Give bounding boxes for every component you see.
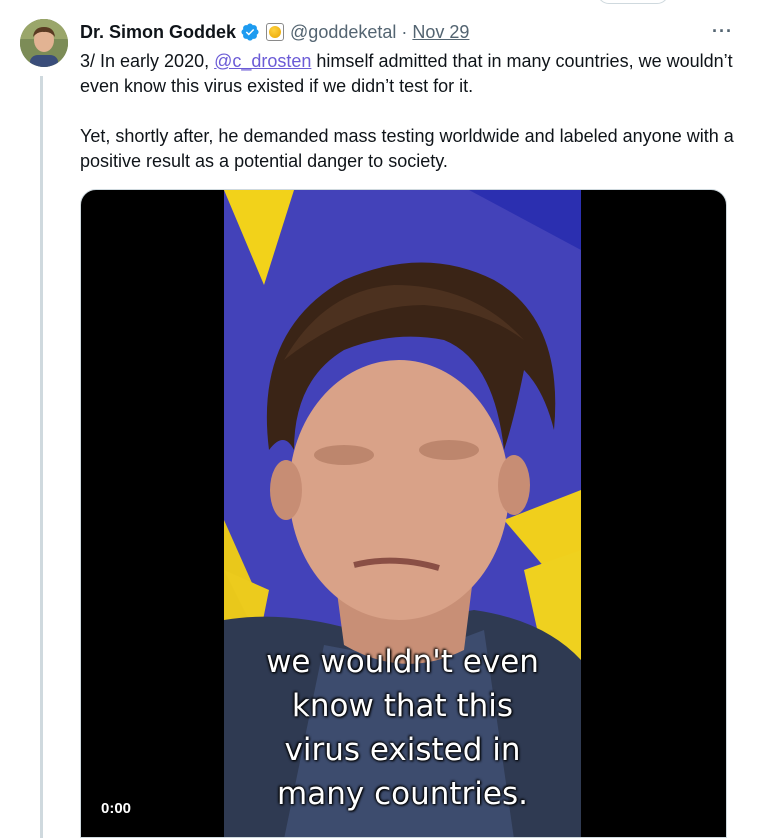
avatar[interactable] (20, 19, 68, 67)
video-timecode: 0:00 (101, 800, 132, 817)
text-segment: 3/ In early 2020, (80, 51, 215, 71)
tweet-date[interactable]: Nov 29 (412, 22, 469, 43)
caption-line: know that this (291, 688, 514, 724)
author-handle[interactable]: @goddeketal (290, 22, 396, 43)
video-caption: we wouldn't even know that this virus ex… (224, 640, 581, 816)
tweet-header: Dr. Simon Goddek @goddeketal · Nov 29 ··… (80, 20, 733, 44)
mention-link[interactable]: @c_drosten (214, 51, 311, 71)
separator-dot: · (401, 21, 408, 42)
verified-badge-icon[interactable] (240, 22, 260, 42)
author-name[interactable]: Dr. Simon Goddek (80, 22, 236, 43)
tweet-text: 3/ In early 2020, @c_drosten himself adm… (80, 49, 740, 174)
gold-coin-badge-icon[interactable] (266, 23, 285, 41)
caption-line: we wouldn't even (266, 644, 539, 680)
follow-button[interactable] (597, 0, 669, 4)
caption-line: virus existed in (284, 732, 521, 768)
video-player[interactable]: we wouldn't even know that this virus ex… (80, 189, 727, 838)
tweet-paragraph-2: Yet, shortly after, he demanded mass tes… (80, 126, 734, 171)
tweet-page: Dr. Simon Goddek @goddeketal · Nov 29 ··… (0, 0, 773, 838)
thread-connector-line (40, 76, 43, 838)
tweet-paragraph-1: 3/ In early 2020, @c_drosten himself adm… (80, 49, 740, 99)
caption-line: many countries. (277, 776, 528, 812)
more-options-icon[interactable]: ··· (712, 20, 733, 42)
